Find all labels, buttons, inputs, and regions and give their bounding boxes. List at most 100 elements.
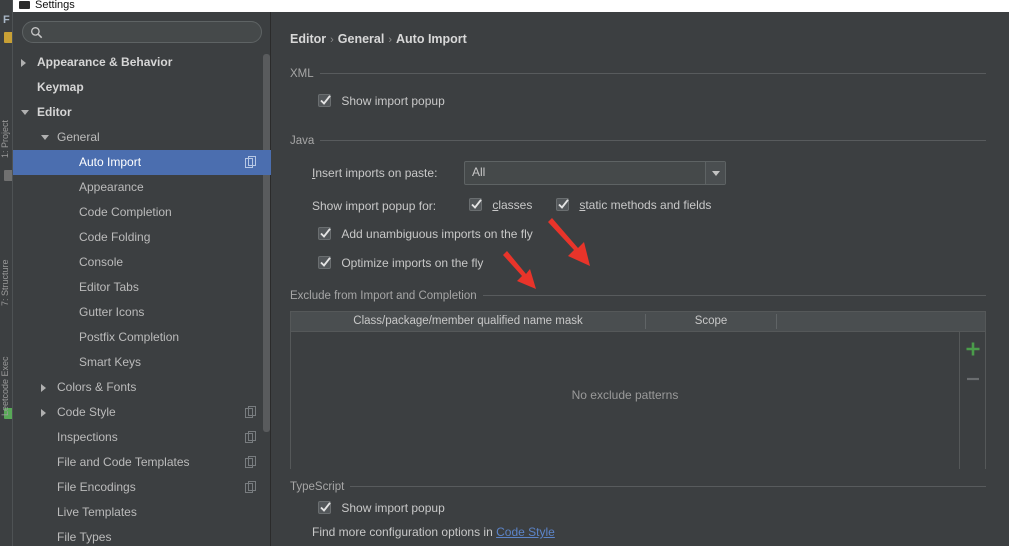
sidebar-item-keymap[interactable]: Keymap [13, 75, 271, 100]
sidebar-item-appearance[interactable]: Appearance [13, 175, 271, 200]
breadcrumb: Editor › General › Auto Import [290, 32, 467, 46]
code-style-link[interactable]: Code Style [496, 525, 555, 539]
sidebar-item-code-style[interactable]: Code Style [13, 400, 271, 425]
exclude-col-divider-2[interactable] [776, 314, 777, 329]
insert-imports-label: Insert imports on paste: [312, 166, 437, 180]
search-box[interactable] [22, 21, 262, 43]
insert-imports-combo[interactable]: All [464, 161, 726, 185]
dialog-title: Settings [35, 0, 75, 11]
sidebar-item-label: Colors & Fonts [57, 380, 137, 394]
sidebar-item-appearance-behavior[interactable]: Appearance & Behavior [13, 50, 271, 75]
chevron-down-icon[interactable] [41, 135, 49, 140]
sidebar-item-label: Appearance & Behavior [37, 55, 173, 69]
sidebar-item-label: Code Folding [79, 230, 151, 244]
exclude-table-body[interactable]: No exclude patterns [291, 332, 985, 469]
chevron-right-icon[interactable] [21, 59, 26, 67]
group-java: Java [290, 133, 986, 147]
group-xml-rule [290, 73, 986, 74]
ts-config-hint-text: Find more configuration options in [312, 525, 497, 539]
sidebar-item-gutter-icons[interactable]: Gutter Icons [13, 300, 271, 325]
java-add-unambiguous-row[interactable]: Add unambiguous imports on the fly [318, 227, 533, 245]
sidebar-item-label: General [57, 130, 100, 144]
group-typescript-header: TypeScript [290, 479, 986, 493]
sidebar-item-label: Postfix Completion [79, 330, 180, 344]
xml-show-import-popup-checkbox[interactable] [318, 94, 331, 107]
group-typescript-title: TypeScript [290, 481, 351, 493]
exclude-empty-message: No exclude patterns [571, 388, 679, 402]
chevron-down-icon [712, 171, 720, 176]
exclude-col-mask[interactable]: Class/package/member qualified name mask [291, 312, 645, 331]
copy-settings-icon[interactable] [245, 481, 257, 494]
add-exclude-button[interactable] [964, 340, 982, 358]
settings-detail-pane: Editor › General › Auto Import XML Show impo… [272, 12, 1009, 546]
java-add-unambiguous-checkbox[interactable] [318, 227, 331, 240]
sidebar-item-colors-fonts[interactable]: Colors & Fonts [13, 375, 271, 400]
sidebar-item-file-encodings[interactable]: File Encodings [13, 475, 271, 500]
ts-show-import-popup-row[interactable]: Show import popup [318, 501, 445, 519]
java-static-methods-row[interactable]: static methods and fields [556, 198, 711, 216]
sidebar-item-label: Live Templates [57, 505, 137, 519]
remove-exclude-button[interactable] [964, 370, 982, 388]
group-typescript-rule [290, 486, 986, 487]
sidebar-item-code-folding[interactable]: Code Folding [13, 225, 271, 250]
sidebar-item-label: Auto Import [79, 155, 142, 169]
breadcrumb-general[interactable]: General [338, 32, 385, 46]
sidebar-item-editor[interactable]: Editor [13, 100, 271, 125]
sidebar-item-label: Smart Keys [79, 355, 142, 369]
insert-imports-value: All [472, 165, 486, 179]
sidebar-item-label: Gutter Icons [79, 305, 145, 319]
breadcrumb-editor[interactable]: Editor [290, 32, 326, 46]
java-classes-row[interactable]: classes [469, 198, 532, 216]
group-typescript: TypeScript [290, 479, 986, 493]
show-import-popup-for-label: Show import popup for: [312, 199, 437, 213]
sidebar-item-label: Code Completion [79, 205, 172, 219]
copy-settings-icon[interactable] [245, 156, 257, 169]
insert-imports-dropdown-button[interactable] [705, 162, 725, 184]
sidebar-item-smart-keys[interactable]: Smart Keys [13, 350, 271, 375]
sidebar-item-postfix-completion[interactable]: Postfix Completion [13, 325, 271, 350]
java-static-methods-label: static methods and fields [579, 198, 712, 212]
ts-show-import-popup-label: Show import popup [341, 501, 445, 515]
chevron-right-icon[interactable] [41, 384, 46, 392]
sidebar-item-label: Editor Tabs [79, 280, 139, 294]
java-classes-checkbox[interactable] [469, 198, 482, 211]
insert-imports-label-rest: nsert imports on paste: [315, 166, 438, 180]
copy-settings-icon[interactable] [245, 406, 257, 419]
sidebar-item-console[interactable]: Console [13, 250, 271, 275]
breadcrumb-auto-import[interactable]: Auto Import [396, 32, 467, 46]
sidebar-item-code-completion[interactable]: Code Completion [13, 200, 271, 225]
sidebar-item-file-types[interactable]: File Types [13, 525, 271, 546]
sidebar-item-file-and-code-templates[interactable]: File and Code Templates [13, 450, 271, 475]
sidebar-item-general[interactable]: General [13, 125, 271, 150]
search-icon [31, 27, 43, 39]
copy-settings-icon[interactable] [245, 456, 257, 469]
exclude-col-scope[interactable]: Scope [646, 312, 776, 331]
java-optimize-imports-checkbox[interactable] [318, 256, 331, 269]
dialog-body: Appearance & Behavior Keymap Editor General… [13, 12, 1009, 546]
group-xml-header: XML [290, 66, 986, 80]
group-exclude-header: Exclude from Import and Completion [290, 288, 986, 302]
settings-tree[interactable]: Appearance & Behavior Keymap Editor General… [13, 50, 271, 546]
java-static-methods-mnemonic: s [579, 198, 586, 212]
sidebar-item-auto-import[interactable]: Auto Import [13, 150, 271, 175]
exclude-table-header: Class/package/member qualified name mask… [291, 312, 985, 332]
xml-show-import-popup-label: Show import popup [341, 94, 445, 108]
ts-show-import-popup-checkbox[interactable] [318, 501, 331, 514]
xml-show-import-popup-row[interactable]: Show import popup [318, 94, 445, 112]
java-optimize-imports-row[interactable]: Optimize imports on the fly [318, 256, 483, 274]
java-static-methods-checkbox[interactable] [556, 198, 569, 211]
sidebar-item-label: Keymap [37, 80, 84, 94]
sidebar-item-live-templates[interactable]: Live Templates [13, 500, 271, 525]
sidebar-item-label: File Encodings [57, 480, 136, 494]
java-classes-label: classes [492, 198, 533, 212]
copy-settings-icon[interactable] [245, 431, 257, 444]
ide-menu-file[interactable]: F [3, 14, 10, 26]
sidebar-item-label: Code Style [57, 405, 116, 419]
chevron-right-icon[interactable] [41, 409, 46, 417]
java-optimize-imports-label: Optimize imports on the fly [341, 256, 484, 270]
sidebar-item-editor-tabs[interactable]: Editor Tabs [13, 275, 271, 300]
chevron-down-icon[interactable] [21, 110, 29, 115]
search-input[interactable] [48, 22, 256, 42]
breadcrumb-separator-2: › [388, 34, 393, 46]
sidebar-item-inspections[interactable]: Inspections [13, 425, 271, 450]
